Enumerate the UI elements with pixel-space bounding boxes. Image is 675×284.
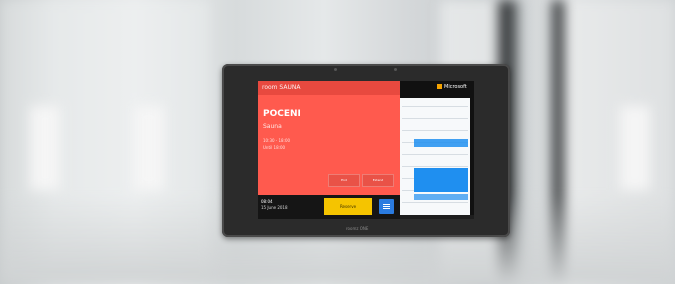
schedule-panel xyxy=(400,98,470,215)
schedule-slot xyxy=(402,202,468,203)
calendar-event[interactable] xyxy=(414,168,468,192)
glass-sticker xyxy=(620,106,650,190)
schedule-footer xyxy=(400,215,474,219)
schedule-slot xyxy=(402,118,468,119)
room-name: room SAUNA xyxy=(262,84,301,91)
brand-label: Microsoft xyxy=(444,84,467,90)
calendar-event[interactable] xyxy=(414,194,468,200)
schedule-slot xyxy=(402,130,468,131)
glass-sticker xyxy=(134,106,164,190)
schedule-slot xyxy=(402,166,468,167)
extend-button[interactable]: Extend xyxy=(362,174,394,187)
clock: 08:04 xyxy=(261,199,273,204)
schedule-slot xyxy=(402,106,468,107)
list-icon[interactable] xyxy=(379,199,394,214)
meeting-until: Until 18:00 xyxy=(263,145,286,150)
device-brand: roomz ONE xyxy=(346,226,369,231)
room-status: POCENI xyxy=(263,109,301,119)
glass-sticker xyxy=(30,106,60,190)
microsoft-logo-icon xyxy=(437,84,442,89)
reserve-button[interactable]: Reserve xyxy=(324,198,372,215)
panel-screen: room SAUNA POCENI Sauna 10:30 - 18:00 Un… xyxy=(258,81,474,219)
camera-dot xyxy=(334,68,337,71)
calendar-event[interactable] xyxy=(414,139,468,147)
meeting-time: 10:30 - 18:00 xyxy=(263,138,291,143)
date: 15 June 2018 xyxy=(261,205,288,210)
end-button[interactable]: End xyxy=(328,174,360,187)
meeting-subject: Sauna xyxy=(263,123,282,130)
photo-scene: room SAUNA POCENI Sauna 10:30 - 18:00 Un… xyxy=(0,0,675,284)
sensor-dot xyxy=(394,68,397,71)
room-booking-panel: room SAUNA POCENI Sauna 10:30 - 18:00 Un… xyxy=(222,64,510,237)
schedule-slot xyxy=(402,154,468,155)
